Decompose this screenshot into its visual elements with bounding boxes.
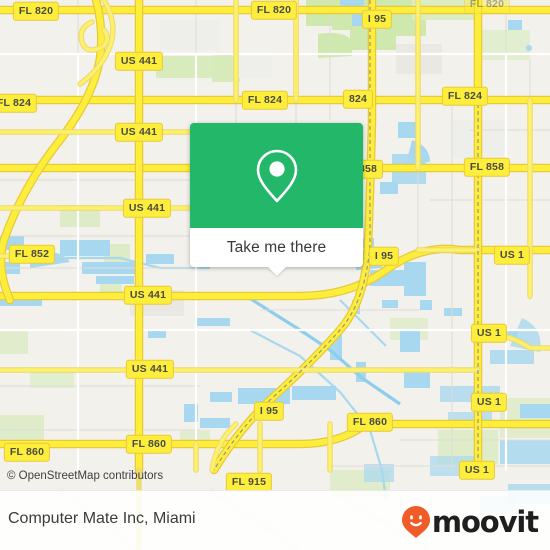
road-shield: US 441 (123, 285, 173, 305)
road-shield: US 441 (125, 359, 175, 379)
road-shield: FL 860 (125, 434, 173, 454)
road-shield: FL 820 (12, 1, 60, 21)
osm-attribution[interactable]: © OpenStreetMap contributors (7, 470, 163, 482)
take-me-there-label: Take me there (226, 238, 327, 256)
road-shield: FL 820 (463, 0, 511, 14)
road-shield: US 1 (458, 460, 496, 480)
road-shield: FL 824 (0, 93, 38, 113)
place-title: Computer Mate Inc, Miami (8, 510, 196, 527)
road-shield: FL 860 (346, 412, 394, 432)
road-shield: FL 860 (3, 442, 51, 462)
road-shield: FL 852 (8, 244, 56, 264)
map-screenshot: .land{fill:#f2f1ec} .park{fill:#cfe8ad} … (0, 0, 550, 550)
popup-image-area (190, 123, 363, 228)
road-shield: US 1 (470, 323, 508, 343)
road-shield: I 95 (361, 9, 393, 29)
moovit-logo[interactable]: moovit (401, 505, 539, 539)
road-shield: FL 915 (225, 472, 273, 492)
road-shield: I 95 (368, 246, 400, 266)
road-shield: US 441 (114, 122, 164, 142)
road-shield: 824 (342, 89, 374, 109)
road-shield: US 1 (493, 245, 531, 265)
popup-action-area[interactable]: Take me there (190, 228, 363, 267)
road-shield: US 1 (470, 392, 508, 412)
map-pin-icon (256, 149, 297, 202)
road-shield: US 441 (122, 198, 172, 218)
place-popup-card[interactable]: Take me there (190, 123, 363, 276)
moovit-smiley-pin-icon (401, 506, 430, 538)
popup-pointer-tail (267, 267, 286, 276)
footer-bar: Computer Mate Inc, Miami moovit (0, 490, 550, 550)
road-shield: FL 824 (441, 86, 489, 106)
road-shield: I 95 (253, 401, 285, 421)
road-shield: FL 858 (463, 157, 511, 177)
road-shield: FL 824 (241, 90, 289, 110)
road-shield: FL 820 (250, 0, 298, 20)
road-shield: US 441 (114, 51, 164, 71)
moovit-wordmark: moovit (431, 505, 539, 539)
